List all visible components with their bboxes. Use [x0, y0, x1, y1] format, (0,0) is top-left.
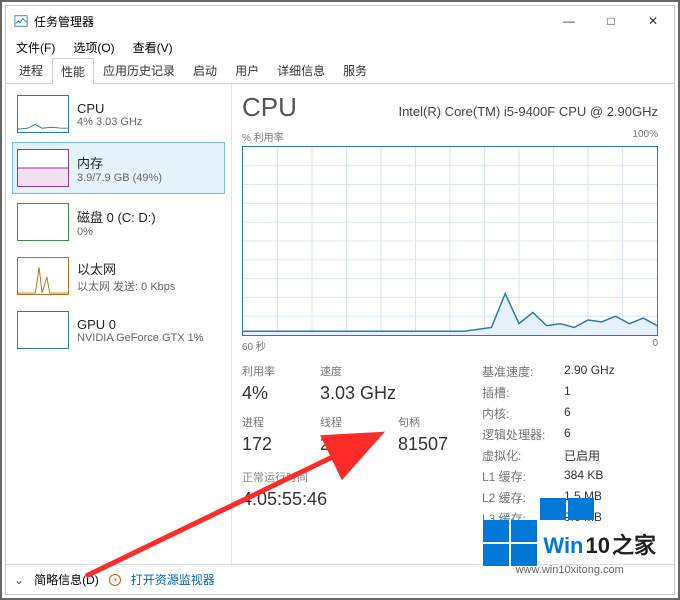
tab-details[interactable]: 详细信息: [268, 57, 334, 83]
value-threads: 2226: [320, 434, 374, 455]
stat-key: L1 缓存:: [482, 468, 552, 485]
menu-file[interactable]: 文件(F): [10, 37, 61, 58]
stat-key: 逻辑处理器:: [482, 426, 552, 443]
label-handles: 句柄: [398, 414, 452, 430]
tabstrip: 进程 性能 应用历史记录 启动 用户 详细信息 服务: [6, 58, 674, 84]
brief-info-link[interactable]: 简略信息(D): [34, 571, 99, 588]
footer: ⌄ 简略信息(D) ◔ 打开资源监视器: [6, 564, 674, 594]
stat-row: 逻辑处理器: 6: [482, 426, 615, 443]
sidebar-item-gpu[interactable]: GPU 0NVIDIA GeForce GTX 1%: [12, 304, 225, 356]
tab-processes[interactable]: 进程: [10, 57, 52, 83]
stat-val: 1.5 MB: [564, 489, 602, 506]
value-handles: 81507: [398, 434, 452, 455]
cpu-chart: [242, 146, 658, 336]
sidebar: CPU4% 3.03 GHz 内存3.9/7.9 GB (49%) 磁盘 0 (…: [6, 84, 232, 564]
sidebar-mem-title: 内存: [77, 153, 162, 172]
stat-row: L3 缓存: 9.0 MB: [482, 510, 615, 527]
stat-row: 虚拟化: 已启用: [482, 447, 615, 464]
sidebar-item-cpu[interactable]: CPU4% 3.03 GHz: [12, 88, 225, 140]
label-uptime: 正常运行时间: [242, 469, 452, 485]
value-processes: 172: [242, 434, 296, 455]
main-panel: CPU Intel(R) Core(TM) i5-9400F CPU @ 2.9…: [232, 84, 674, 564]
stat-key: 插槽:: [482, 384, 552, 401]
stat-val: 6: [564, 405, 571, 422]
stat-val: 已启用: [564, 447, 600, 464]
minimize-button[interactable]: —: [548, 6, 590, 36]
stat-val: 6: [564, 426, 571, 443]
chart-ymax: 100%: [632, 129, 658, 144]
app-icon: [14, 14, 28, 28]
stat-key: 基准速度:: [482, 363, 552, 380]
stat-row: L2 缓存: 1.5 MB: [482, 489, 615, 506]
resource-monitor-link[interactable]: 打开资源监视器: [131, 571, 215, 588]
cpu-heading: CPU: [242, 92, 297, 123]
sidebar-disk-title: 磁盘 0 (C: D:): [77, 207, 156, 226]
tab-services[interactable]: 服务: [334, 57, 376, 83]
label-threads: 线程: [320, 414, 374, 430]
sidebar-mem-sub: 3.9/7.9 GB (49%): [77, 172, 162, 184]
stat-row: 插槽: 1: [482, 384, 615, 401]
value-uptime: 4:05:55:46: [242, 489, 452, 510]
menubar: 文件(F) 选项(O) 查看(V): [6, 36, 674, 58]
sidebar-gpu-title: GPU 0: [77, 317, 204, 332]
tab-app-history[interactable]: 应用历史记录: [94, 57, 184, 83]
cpu-thumb-icon: [17, 95, 69, 133]
sidebar-eth-title: 以太网: [77, 259, 175, 278]
chart-xright: 0: [652, 338, 658, 353]
stat-val: 2.90 GHz: [564, 363, 615, 380]
ethernet-thumb-icon: [17, 257, 69, 295]
stat-row: L1 缓存: 384 KB: [482, 468, 615, 485]
disk-thumb-icon: [17, 203, 69, 241]
menu-options[interactable]: 选项(O): [67, 37, 120, 58]
value-speed: 3.03 GHz: [320, 383, 396, 404]
stat-val: 9.0 MB: [564, 510, 602, 527]
stat-val: 1: [564, 384, 571, 401]
sidebar-eth-sub: 以太网 发送: 0 Kbps: [77, 278, 175, 294]
titlebar: 任务管理器 — □ ✕: [6, 6, 674, 36]
maximize-button[interactable]: □: [590, 6, 632, 36]
stat-val: 384 KB: [564, 468, 603, 485]
label-utilization: 利用率: [242, 363, 296, 379]
stat-row: 基准速度: 2.90 GHz: [482, 363, 615, 380]
memory-thumb-icon: [17, 149, 69, 187]
sidebar-disk-sub: 0%: [77, 226, 156, 238]
sidebar-item-ethernet[interactable]: 以太网以太网 发送: 0 Kbps: [12, 250, 225, 302]
tab-performance[interactable]: 性能: [52, 58, 94, 84]
gpu-thumb-icon: [17, 311, 69, 349]
resource-monitor-icon: ◔: [109, 574, 121, 586]
stat-key: L2 缓存:: [482, 489, 552, 506]
sidebar-gpu-sub: NVIDIA GeForce GTX 1%: [77, 332, 204, 344]
chevron-down-icon[interactable]: ⌄: [14, 573, 24, 587]
close-button[interactable]: ✕: [632, 6, 674, 36]
stat-row: 内核: 6: [482, 405, 615, 422]
stat-key: L3 缓存:: [482, 510, 552, 527]
sidebar-item-disk[interactable]: 磁盘 0 (C: D:)0%: [12, 196, 225, 248]
sidebar-item-memory[interactable]: 内存3.9/7.9 GB (49%): [12, 142, 225, 194]
chart-xleft: 60 秒: [242, 338, 266, 353]
stat-key: 内核:: [482, 405, 552, 422]
sidebar-cpu-sub: 4% 3.03 GHz: [77, 116, 142, 128]
window-title: 任务管理器: [34, 13, 94, 30]
tab-startup[interactable]: 启动: [184, 57, 226, 83]
sidebar-cpu-title: CPU: [77, 101, 142, 116]
label-processes: 进程: [242, 414, 296, 430]
menu-view[interactable]: 查看(V): [127, 37, 179, 58]
label-speed: 速度: [320, 363, 374, 379]
chart-ylabel: % 利用率: [242, 129, 284, 144]
value-utilization: 4%: [242, 383, 296, 404]
stat-key: 虚拟化:: [482, 447, 552, 464]
tab-users[interactable]: 用户: [226, 57, 268, 83]
cpu-model: Intel(R) Core(TM) i5-9400F CPU @ 2.90GHz: [309, 104, 658, 119]
